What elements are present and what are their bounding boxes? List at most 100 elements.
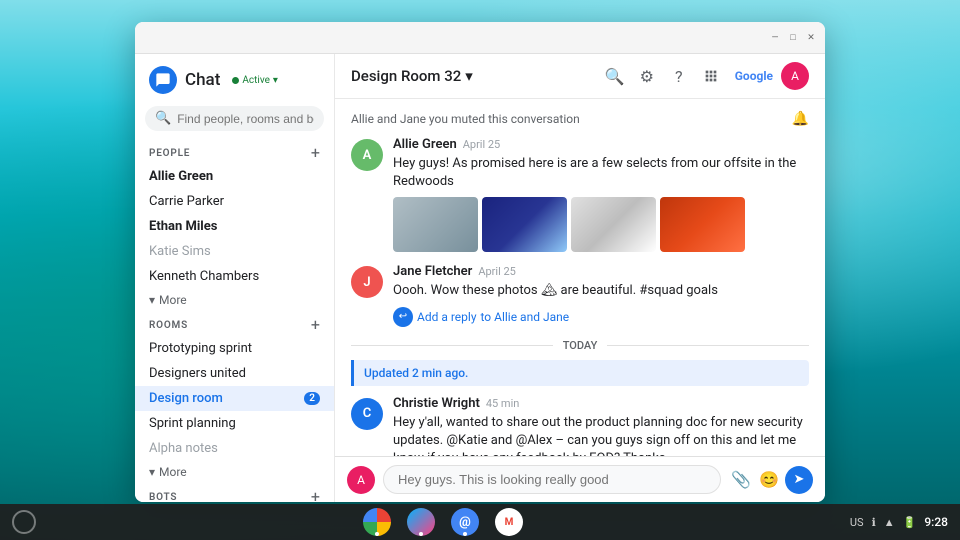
taskbar-left <box>12 510 36 534</box>
room-design-room[interactable]: Design room 2 <box>135 386 334 411</box>
person-carrie-parker[interactable]: Carrie Parker <box>135 189 334 214</box>
unread-badge: 2 <box>304 392 320 405</box>
send-button[interactable]: ➤ <box>785 466 813 494</box>
message-text: Hey guys! As promised here is are a few … <box>393 155 809 191</box>
bots-label: BOTS <box>149 492 177 503</box>
app-body: Chat Active ▾ 🔍 PEOPLE + Allie Green <box>135 54 825 502</box>
launcher-button[interactable] <box>12 510 36 534</box>
chat-header: Design Room 32 ▾ 🔍 ⚙ ? Google A <box>335 54 825 99</box>
search-header-button[interactable]: 🔍 <box>603 64 627 88</box>
room-name-text: Design Room 32 <box>351 67 461 85</box>
at-char: @ <box>459 515 471 530</box>
bell-muted-icon[interactable]: 🔔 <box>792 111 809 127</box>
people-label: PEOPLE <box>149 148 190 159</box>
header-actions: 🔍 ⚙ ? Google A <box>603 62 809 90</box>
updated-banner: Updated 2 min ago. <box>351 360 809 386</box>
person-allie-green[interactable]: Allie Green <box>135 164 334 189</box>
active-badge: Active ▾ <box>232 75 278 86</box>
person-name: Kenneth Chambers <box>149 269 259 284</box>
close-button[interactable]: ✕ <box>805 32 817 44</box>
taskbar: @ M US ℹ ▲ 🔋 9:28 <box>0 504 960 540</box>
reply-to-text: to Allie and Jane <box>481 310 570 324</box>
add-bot-button[interactable]: + <box>311 489 320 502</box>
add-reply-link[interactable]: ↩ Add a reply to Allie and Jane <box>393 307 809 327</box>
person-kenneth-chambers[interactable]: Kenneth Chambers <box>135 264 334 289</box>
photo-2[interactable] <box>482 197 567 252</box>
rooms-more-button[interactable]: ▾ More <box>135 461 334 483</box>
info-icon: ℹ <box>872 516 876 529</box>
sender-name: Christie Wright <box>393 396 480 411</box>
message-content: Jane Fletcher April 25 Oooh. Wow these p… <box>393 264 809 326</box>
people-section-header: PEOPLE + <box>135 139 334 164</box>
message-group-christie: C Christie Wright 45 min Hey y'all, want… <box>351 396 809 456</box>
person-name: Carrie Parker <box>149 194 224 209</box>
room-prototyping-sprint[interactable]: Prototyping sprint <box>135 336 334 361</box>
person-name: Ethan Miles <box>149 219 217 234</box>
message-header: Jane Fletcher April 25 <box>393 264 809 279</box>
room-sprint-planning[interactable]: Sprint planning <box>135 411 334 436</box>
room-dropdown-icon[interactable]: ▾ <box>465 67 473 85</box>
person-katie-sims[interactable]: Katie Sims <box>135 239 334 264</box>
room-name: Alpha notes <box>149 441 218 456</box>
room-name: Prototyping sprint <box>149 341 252 356</box>
divider-line-right <box>607 345 809 346</box>
room-name: Sprint planning <box>149 416 236 431</box>
gmail-button[interactable]: M <box>495 508 523 536</box>
sender-name: Allie Green <box>393 137 457 152</box>
taskbar-time: 9:28 <box>924 515 948 529</box>
emoji-icon[interactable]: 😊 <box>757 468 781 491</box>
person-name: Katie Sims <box>149 244 211 259</box>
chrome-app-button[interactable] <box>363 508 391 536</box>
input-icons: 📎 😊 ➤ <box>729 466 813 494</box>
user-avatar[interactable]: A <box>781 62 809 90</box>
message-header: Allie Green April 25 <box>393 137 809 152</box>
avatar-christie: C <box>351 398 383 430</box>
avatar-allie: A <box>351 139 383 171</box>
taskbar-center: @ M <box>363 508 523 536</box>
message-text: Oooh. Wow these photos 🏔 are beautiful. … <box>393 282 809 300</box>
photo-4[interactable] <box>660 197 745 252</box>
more-label: More <box>159 465 187 479</box>
message-input[interactable] <box>383 465 721 494</box>
today-label: TODAY <box>563 339 598 352</box>
sidebar-header: Chat Active ▾ <box>135 54 334 102</box>
taskbar-right: US ℹ ▲ 🔋 9:28 <box>850 515 948 529</box>
room-alpha-notes[interactable]: Alpha notes <box>135 436 334 461</box>
apps-grid-button[interactable] <box>699 64 723 88</box>
add-person-button[interactable]: + <box>311 145 320 161</box>
attach-icon[interactable]: 📎 <box>729 468 753 491</box>
message-content: Christie Wright 45 min Hey y'all, wanted… <box>393 396 809 456</box>
current-user-avatar: A <box>347 466 375 494</box>
photo-1[interactable] <box>393 197 478 252</box>
maximize-button[interactable]: □ <box>787 32 799 44</box>
add-room-button[interactable]: + <box>311 317 320 333</box>
today-divider: TODAY <box>351 339 809 352</box>
gmail-m-icon: M <box>505 517 514 528</box>
chevron-down-icon: ▾ <box>149 293 155 307</box>
google-logo: Google <box>735 69 773 83</box>
people-more-button[interactable]: ▾ More <box>135 289 334 311</box>
chrome-active-dot <box>375 532 379 536</box>
sidebar: Chat Active ▾ 🔍 PEOPLE + Allie Green <box>135 54 335 502</box>
input-area: A 📎 😊 ➤ <box>335 456 825 502</box>
battery-icon: 🔋 <box>903 516 917 529</box>
settings-header-button[interactable]: ⚙ <box>635 64 659 88</box>
play-store-button[interactable] <box>407 508 435 536</box>
at-app-button[interactable]: @ <box>451 508 479 536</box>
photo-3[interactable] <box>571 197 656 252</box>
person-ethan-miles[interactable]: Ethan Miles <box>135 214 334 239</box>
message-time: April 25 <box>478 265 516 278</box>
message-time: April 25 <box>463 138 501 151</box>
app-title: Chat <box>185 70 220 90</box>
search-bar[interactable]: 🔍 <box>145 106 324 131</box>
room-designers-united[interactable]: Designers united <box>135 361 334 386</box>
person-name: Allie Green <box>149 169 213 184</box>
help-header-button[interactable]: ? <box>667 64 691 88</box>
main-chat-area: Design Room 32 ▾ 🔍 ⚙ ? Google A <box>335 54 825 502</box>
wifi-icon: ▲ <box>884 516 895 529</box>
room-title: Design Room 32 ▾ <box>351 67 473 85</box>
minimize-button[interactable]: — <box>769 32 781 44</box>
search-input[interactable] <box>177 112 314 126</box>
title-bar: — □ ✕ <box>135 22 825 54</box>
muted-notice: Allie and Jane you muted this conversati… <box>351 111 809 127</box>
